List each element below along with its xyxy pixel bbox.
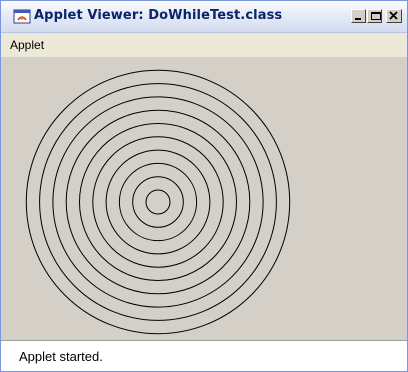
menu-applet[interactable]: Applet — [8, 38, 46, 52]
close-icon — [389, 11, 398, 20]
circle-ring — [65, 109, 251, 295]
circle-ring — [39, 83, 277, 321]
circle-ring — [105, 149, 211, 255]
circle-ring — [52, 96, 264, 308]
menu-bar: Applet — [1, 33, 407, 57]
window-title: Applet Viewer: DoWhileTest.class — [34, 8, 283, 23]
circle-ring — [92, 136, 224, 268]
title-bar[interactable]: Applet Viewer: DoWhileTest.class — [1, 1, 407, 33]
circle-ring — [132, 176, 184, 228]
minimize-icon — [355, 18, 361, 20]
status-bar: Applet started. — [1, 340, 407, 371]
close-button[interactable] — [386, 9, 402, 23]
applet-viewer-window: Applet Viewer: DoWhileTest.class Applet … — [0, 0, 408, 372]
maximize-button[interactable] — [367, 9, 382, 23]
java-applet-icon[interactable] — [13, 8, 31, 25]
applet-canvas — [13, 58, 407, 340]
concentric-circles-drawing — [25, 69, 291, 335]
minimize-button[interactable] — [351, 9, 366, 23]
maximize-icon — [371, 12, 381, 20]
circle-ring — [79, 123, 237, 281]
status-text: Applet started. — [19, 349, 103, 364]
circle-ring — [118, 162, 198, 242]
circle-ring — [145, 189, 171, 215]
